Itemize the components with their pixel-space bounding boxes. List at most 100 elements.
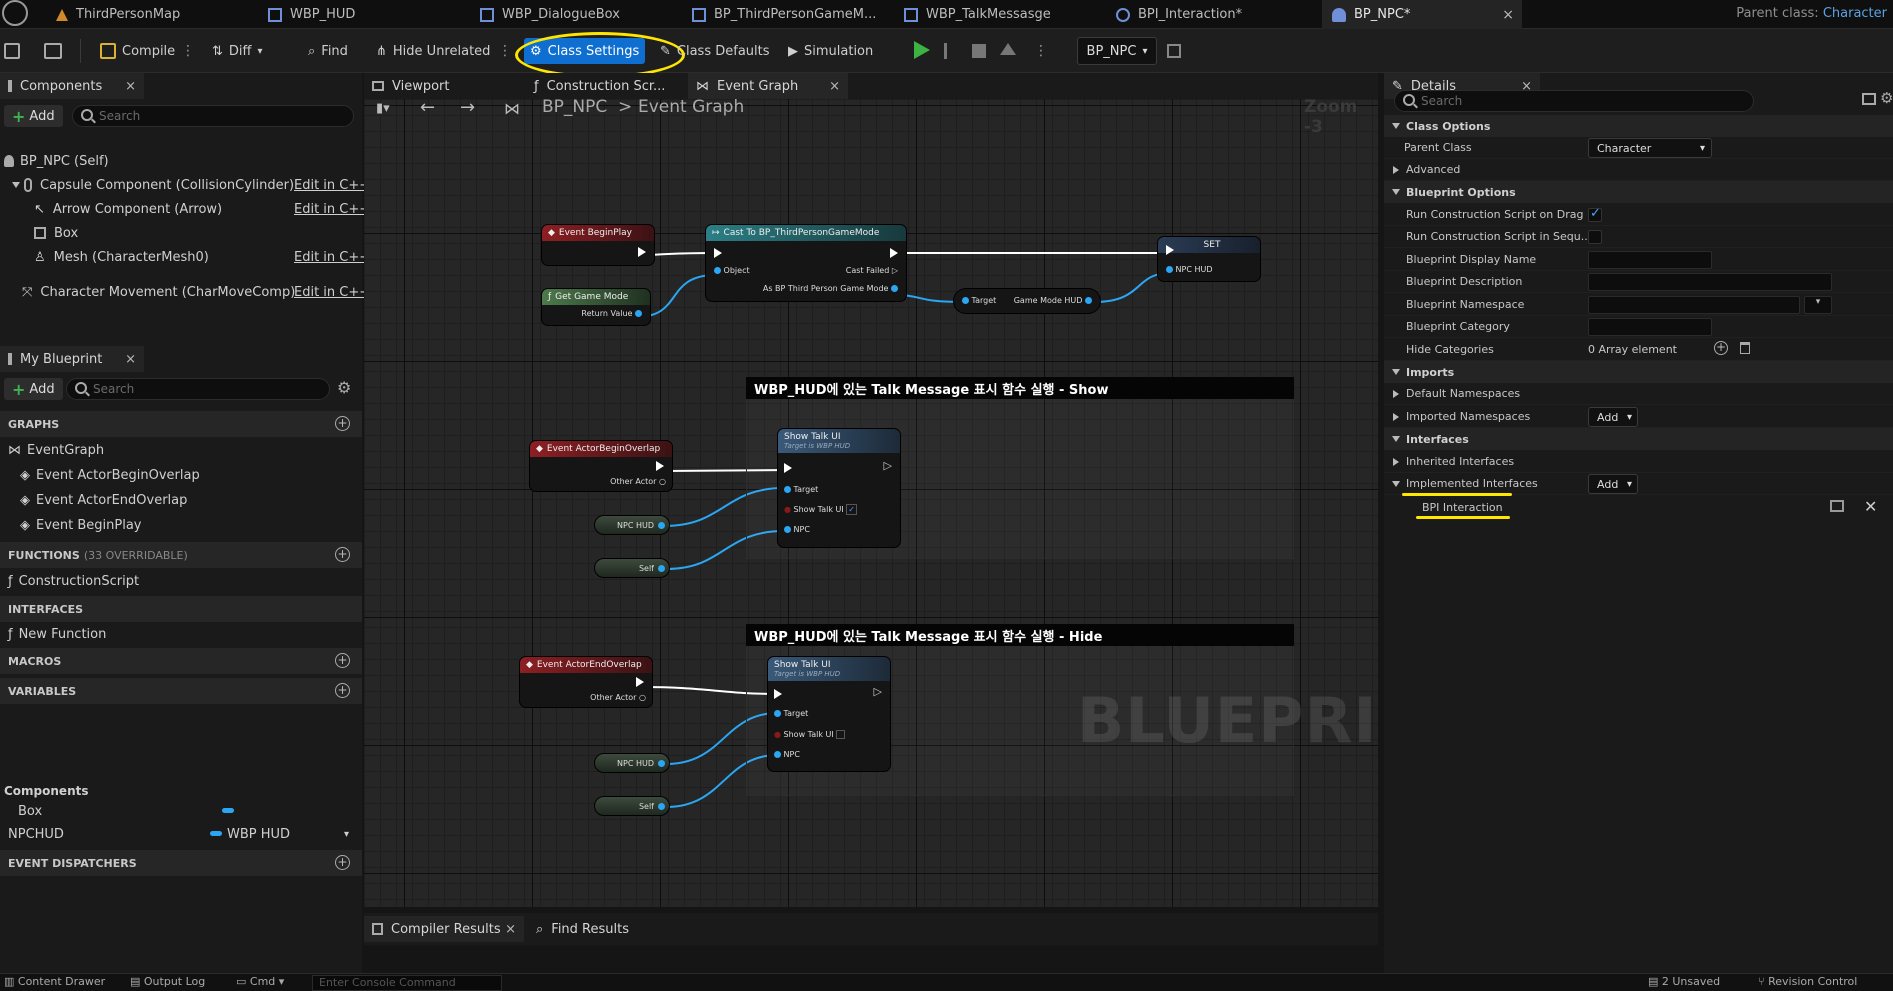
parent-class-dropdown[interactable]: Character ▾ bbox=[1588, 138, 1712, 158]
trash-icon[interactable] bbox=[1740, 342, 1750, 354]
tab-find-results[interactable]: ⌕ Find Results bbox=[528, 916, 668, 942]
node-get-game-mode[interactable]: ƒ Get Game Mode Return Value bbox=[542, 289, 650, 325]
row-default-namespaces[interactable]: Default Namespaces bbox=[1384, 383, 1893, 405]
category-blueprint-options[interactable]: Blueprint Options bbox=[1384, 181, 1893, 203]
add-variable-icon[interactable]: + bbox=[335, 683, 350, 698]
checkbox-unchecked-icon[interactable] bbox=[836, 730, 846, 739]
exec-out-pin[interactable]: ▷ bbox=[884, 459, 892, 472]
close-icon[interactable]: × bbox=[1502, 7, 1522, 23]
pin-target[interactable]: Target bbox=[962, 296, 996, 305]
eject-icon[interactable] bbox=[1000, 43, 1016, 55]
row-inherited-interfaces[interactable]: Inherited Interfaces bbox=[1384, 451, 1893, 473]
browse-asset-icon[interactable] bbox=[1830, 500, 1844, 512]
interface-entry-label[interactable]: BPI Interaction bbox=[1422, 501, 1503, 514]
add-element-icon[interactable]: + bbox=[1714, 341, 1728, 355]
event-graph-canvas[interactable]: ▮▾ ← → ⋈ BP_NPC > Event Graph Zoom -3 ◆ … bbox=[364, 99, 1378, 907]
add-function-icon[interactable]: + bbox=[335, 547, 350, 562]
hide-unrelated-button[interactable]: ⋔ Hide Unrelated bbox=[370, 38, 496, 64]
class-defaults-button[interactable]: ✎ Class Defaults bbox=[654, 38, 776, 64]
edit-in-cpp-link[interactable]: Edit in C++ bbox=[294, 285, 370, 300]
pin-game-mode-hud[interactable]: Game Mode HUD bbox=[1014, 296, 1092, 305]
comment-title-show[interactable]: WBP_HUD에 있는 Talk Message 표시 함수 실행 - Show bbox=[746, 377, 1294, 399]
add-component-button[interactable]: + Add bbox=[4, 105, 63, 127]
pin-target[interactable]: Target bbox=[774, 709, 808, 718]
namespace-dropdown[interactable]: ▾ bbox=[1804, 296, 1832, 314]
node-event-actorendoverlap[interactable]: ◆ Event ActorEndOverlap Other Actor ○ bbox=[520, 657, 652, 707]
browse-icon[interactable] bbox=[44, 43, 62, 59]
diff-button[interactable]: ⇅ Diff ▾ bbox=[206, 38, 269, 64]
tab-viewport[interactable]: Viewport bbox=[364, 73, 524, 99]
run-on-drag-checkbox[interactable] bbox=[1588, 206, 1602, 222]
stop-icon[interactable] bbox=[972, 44, 986, 58]
tab-wbp-dialoguebox[interactable]: WBP_DialogueBox bbox=[480, 0, 680, 29]
graph-item-endoverlap[interactable]: ◈ Event ActorEndOverlap bbox=[0, 489, 362, 511]
exec-out-pin[interactable]: ▷ bbox=[874, 685, 882, 698]
find-button[interactable]: ⌕ Find bbox=[302, 38, 354, 64]
pin-other-actor[interactable]: Other Actor ○ bbox=[590, 693, 646, 702]
display-name-input[interactable] bbox=[1588, 251, 1712, 269]
checkbox-checked-icon[interactable]: ✓ bbox=[846, 504, 857, 515]
debug-select-icon[interactable] bbox=[1167, 44, 1181, 58]
my-blueprint-tab[interactable]: My Blueprint × bbox=[0, 346, 144, 372]
interfaces-category[interactable]: INTERFACES bbox=[0, 596, 362, 622]
edit-in-cpp-link[interactable]: Edit in C++ bbox=[294, 178, 370, 193]
pin-target[interactable]: Target bbox=[784, 485, 818, 494]
tab-bp-npc[interactable]: BP_NPC* × bbox=[1322, 0, 1522, 29]
edit-in-cpp-link[interactable]: Edit in C++ bbox=[294, 250, 370, 265]
node-get-npchud[interactable]: NPC HUD bbox=[594, 753, 670, 773]
play-icon[interactable] bbox=[914, 41, 930, 59]
hide-unrelated-options-icon[interactable]: ⋮ bbox=[492, 38, 518, 64]
revision-control-button[interactable]: ⑂ Revision Control bbox=[1758, 975, 1857, 988]
comment-title-hide[interactable]: WBP_HUD에 있는 Talk Message 표시 함수 실행 - Hide bbox=[746, 624, 1294, 646]
exec-in-pin[interactable] bbox=[714, 248, 722, 258]
pin-npc-hud[interactable]: NPC HUD bbox=[1166, 265, 1213, 274]
node-event-actorbeginoverlap[interactable]: ◆ Event ActorBeginOverlap Other Actor ○ bbox=[530, 441, 672, 491]
parent-class-link[interactable]: Character bbox=[1823, 6, 1887, 21]
category-class-options[interactable]: Class Options bbox=[1384, 115, 1893, 137]
content-drawer-button[interactable]: ▥ Content Drawer bbox=[4, 975, 105, 988]
category-input[interactable] bbox=[1588, 318, 1712, 336]
variables-category[interactable]: VARIABLES + bbox=[0, 678, 362, 704]
simulation-button[interactable]: ▶ Simulation bbox=[782, 38, 879, 64]
play-options-icon[interactable]: ⋮ bbox=[1028, 38, 1054, 64]
expand-triangle-icon[interactable] bbox=[12, 182, 20, 188]
add-macro-icon[interactable]: + bbox=[335, 653, 350, 668]
pin-show-talk-ui[interactable]: ● Show Talk UI ✓ bbox=[784, 504, 857, 515]
add-namespace-dropdown[interactable]: Add ▾ bbox=[1588, 407, 1638, 427]
graphs-category[interactable]: GRAPHS + bbox=[0, 411, 362, 437]
run-in-sequencer-checkbox[interactable] bbox=[1588, 230, 1602, 244]
close-icon[interactable]: × bbox=[829, 79, 840, 94]
node-event-beginplay[interactable]: ◆ Event BeginPlay bbox=[542, 225, 654, 265]
tab-wbp-hud[interactable]: WBP_HUD bbox=[268, 0, 468, 29]
component-item-movement[interactable]: ⤧ Character Movement (CharMoveComp) Edit… bbox=[0, 280, 370, 304]
my-blueprint-search-input[interactable]: Search bbox=[66, 378, 330, 400]
component-item-box[interactable]: Box bbox=[0, 221, 362, 245]
details-search-input[interactable]: Search bbox=[1394, 90, 1754, 112]
expand-triangle-icon[interactable] bbox=[1393, 413, 1399, 421]
tab-compiler-results[interactable]: Compiler Results × bbox=[364, 916, 524, 942]
close-icon[interactable]: × bbox=[125, 352, 136, 367]
node-self[interactable]: Self bbox=[594, 796, 670, 816]
components-tab[interactable]: Components × bbox=[0, 73, 144, 99]
pin-npc[interactable]: NPC bbox=[774, 750, 800, 759]
cmd-dropdown[interactable]: ▭ Cmd ▾ bbox=[236, 975, 284, 988]
edit-in-cpp-link[interactable]: Edit in C++ bbox=[294, 202, 370, 217]
settings-gear-icon[interactable]: ⚙ bbox=[1880, 89, 1893, 107]
row-bpi-interaction[interactable]: BPI Interaction ✕ bbox=[1384, 496, 1893, 518]
namespace-input[interactable] bbox=[1588, 296, 1800, 314]
unreal-logo-icon[interactable] bbox=[2, 0, 28, 26]
settings-gear-icon[interactable]: ⚙ bbox=[337, 378, 351, 397]
function-item-constructionscript[interactable]: ƒ ConstructionScript bbox=[0, 570, 362, 592]
pin-return-value[interactable]: Return Value bbox=[581, 309, 642, 318]
pin-other-actor[interactable]: Other Actor ○ bbox=[610, 477, 666, 486]
pin-as-gamemode[interactable]: As BP Third Person Game Mode bbox=[763, 284, 898, 293]
tab-construction-script[interactable]: ƒ Construction Scr... bbox=[526, 73, 686, 99]
exec-out-pin[interactable] bbox=[638, 247, 646, 257]
category-imports[interactable]: Imports bbox=[1384, 361, 1893, 383]
tab-wbp-talkmessasge[interactable]: WBP_TalkMessasge bbox=[904, 0, 1104, 29]
exec-out-pin[interactable] bbox=[636, 677, 644, 687]
pin-cast-failed[interactable]: Cast Failed ▷ bbox=[846, 266, 898, 275]
component-item-capsule[interactable]: Capsule Component (CollisionCylinder) Ed… bbox=[0, 173, 370, 197]
tab-thirdpersonmap[interactable]: ThirdPersonMap bbox=[56, 0, 256, 29]
save-icon[interactable] bbox=[4, 43, 20, 59]
